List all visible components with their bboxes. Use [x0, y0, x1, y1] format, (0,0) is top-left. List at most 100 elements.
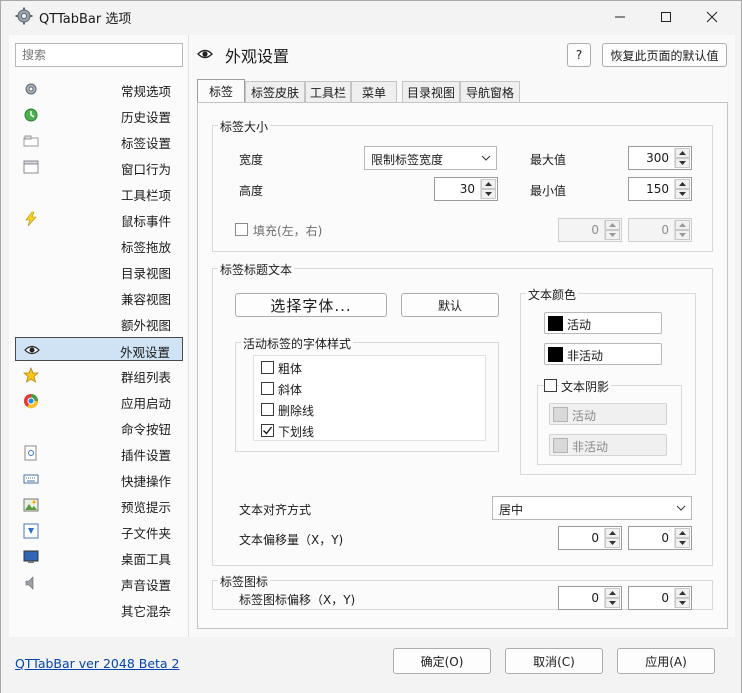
text-offset-y-stepper[interactable]: 0	[628, 526, 692, 550]
choose-font-button[interactable]: 选择字体...	[235, 293, 387, 317]
sidebar-item[interactable]: 历史设置	[15, 103, 183, 127]
font-style-checkbox[interactable]	[261, 424, 274, 437]
height-value: 30	[459, 182, 475, 196]
close-button[interactable]	[689, 1, 735, 33]
sidebar-item[interactable]: 其它混杂	[15, 597, 183, 621]
maximize-button[interactable]	[643, 1, 689, 33]
width-mode-select[interactable]: 限制标签宽度	[364, 146, 497, 170]
shadow-active-color-button[interactable]: 活动	[549, 403, 667, 425]
font-style-checkbox[interactable]	[261, 382, 274, 395]
stepper-up-button[interactable]	[675, 179, 690, 189]
help-button[interactable]: ?	[567, 43, 591, 67]
stepper-down-button[interactable]	[605, 538, 620, 548]
text-shadow-checkbox[interactable]	[544, 379, 557, 392]
sidebar-item[interactable]: 兼容视图	[15, 285, 183, 309]
sidebar-item-label: 桌面工具	[120, 552, 171, 567]
sidebar-item[interactable]: 快捷操作	[15, 467, 183, 491]
inactive-color-button[interactable]: 非活动	[544, 343, 662, 365]
active-color-button[interactable]: 活动	[544, 312, 662, 334]
sidebar-item-label: 窗口行为	[120, 162, 171, 177]
sidebar-item-label: 兼容视图	[120, 292, 171, 307]
sidebar-item[interactable]: 工具栏项	[15, 181, 183, 205]
main-content: 外观设置 ? 恢复此页面的默认值 标签 标签皮肤 工具栏 菜单 目录视图 导航窗…	[189, 35, 735, 637]
icon-offset-x-value: 0	[591, 591, 599, 605]
search-input[interactable]	[15, 43, 183, 67]
sidebar: 常规选项历史设置标签设置窗口行为工具栏项鼠标事件标签拖放目录视图兼容视图额外视图…	[9, 35, 189, 637]
triangle-up-icon	[609, 222, 616, 227]
options-window: QTTabBar 选项 常规选项历史设置标签设置窗口行为工具栏项鼠标事件标签拖放…	[0, 0, 742, 693]
text-align-value: 居中	[499, 503, 524, 517]
min-width-stepper[interactable]: 150	[628, 177, 692, 201]
sidebar-item[interactable]: 常规选项	[15, 77, 183, 101]
icon-offset-y-stepper[interactable]: 0	[628, 586, 692, 610]
stepper-down-button[interactable]	[675, 189, 690, 199]
sidebar-item[interactable]: 预览提示	[15, 493, 183, 517]
ok-button[interactable]: 确定(O)	[393, 648, 491, 674]
min-width-value: 150	[646, 182, 669, 196]
text-offset-x-value: 0	[591, 531, 599, 545]
stepper-down-button[interactable]	[675, 538, 690, 548]
sidebar-item-label: 其它混杂	[120, 604, 171, 619]
sidebar-item[interactable]: 标签设置	[15, 129, 183, 153]
padding-checkbox[interactable]	[235, 223, 248, 236]
stepper-up-button[interactable]	[605, 528, 620, 538]
tab-toolbar[interactable]: 工具栏	[305, 81, 351, 103]
stepper-up-button[interactable]	[481, 179, 496, 189]
text-shadow-label: 文本阴影	[559, 378, 612, 395]
sidebar-item[interactable]: 额外视图	[15, 311, 183, 335]
sidebar-item-label: 插件设置	[120, 448, 171, 463]
lightning-icon	[25, 211, 37, 227]
stepper-up-button[interactable]	[605, 220, 620, 230]
sidebar-item[interactable]: 命令按钮	[15, 415, 183, 439]
tab-tabs[interactable]: 标签	[197, 79, 245, 103]
sidebar-item[interactable]: 鼠标事件	[15, 207, 183, 231]
stepper-up-button[interactable]	[675, 220, 690, 230]
stepper-down-button[interactable]	[481, 189, 496, 199]
icon-offset-x-stepper[interactable]: 0	[558, 586, 622, 610]
padding-left-stepper[interactable]: 0	[558, 218, 622, 242]
maximize-icon	[661, 12, 671, 22]
sidebar-item[interactable]: 群组列表	[15, 363, 183, 387]
cancel-button[interactable]: 取消(C)	[505, 648, 603, 674]
title-text-group-label: 标签标题文本	[218, 261, 295, 278]
text-align-select[interactable]: 居中	[492, 496, 692, 520]
stepper-down-button[interactable]	[675, 230, 690, 240]
sidebar-item[interactable]: 目录视图	[15, 259, 183, 283]
tab-menu[interactable]: 菜单	[351, 81, 397, 103]
stepper-down-button[interactable]	[675, 158, 690, 168]
sidebar-item-label: 应用启动	[120, 396, 171, 411]
sidebar-item[interactable]: 外观设置	[15, 337, 183, 361]
sidebar-item[interactable]: 插件设置	[15, 441, 183, 465]
version-link[interactable]: QTTabBar ver 2048 Beta 2	[15, 656, 180, 671]
padding-right-stepper[interactable]: 0	[628, 218, 692, 242]
stepper-up-button[interactable]	[675, 148, 690, 158]
font-style-checkbox[interactable]	[261, 403, 274, 416]
restore-defaults-button[interactable]: 恢复此页面的默认值	[602, 43, 727, 67]
font-style-checkbox[interactable]	[261, 361, 274, 374]
sidebar-item[interactable]: 应用启动	[15, 389, 183, 413]
apply-button[interactable]: 应用(A)	[617, 648, 715, 674]
sidebar-item[interactable]: 桌面工具	[15, 545, 183, 569]
tab-nav-pane[interactable]: 导航窗格	[460, 81, 520, 103]
max-width-stepper[interactable]: 300	[628, 146, 692, 170]
stepper-up-button[interactable]	[675, 588, 690, 598]
default-font-button[interactable]: 默认	[401, 293, 499, 317]
stepper-up-button[interactable]	[675, 528, 690, 538]
sidebar-item[interactable]: 窗口行为	[15, 155, 183, 179]
text-offset-x-stepper[interactable]: 0	[558, 526, 622, 550]
tab-tab-skin[interactable]: 标签皮肤	[245, 81, 305, 103]
stepper-up-button[interactable]	[605, 588, 620, 598]
tab-folder-view[interactable]: 目录视图	[402, 81, 460, 103]
star-icon	[23, 367, 39, 383]
sidebar-item[interactable]: 标签拖放	[15, 233, 183, 257]
sidebar-item[interactable]: 子文件夹	[15, 519, 183, 543]
sidebar-item[interactable]: 声音设置	[15, 571, 183, 595]
height-stepper[interactable]: 30	[434, 177, 498, 201]
stepper-down-button[interactable]	[675, 598, 690, 608]
stepper-down-button[interactable]	[605, 598, 620, 608]
shadow-inactive-color-button[interactable]: 非活动	[549, 434, 667, 456]
minimize-button[interactable]	[597, 1, 643, 33]
stepper-down-button[interactable]	[605, 230, 620, 240]
sidebar-item-label: 额外视图	[120, 318, 171, 333]
icon-offset-y-value: 0	[661, 591, 669, 605]
